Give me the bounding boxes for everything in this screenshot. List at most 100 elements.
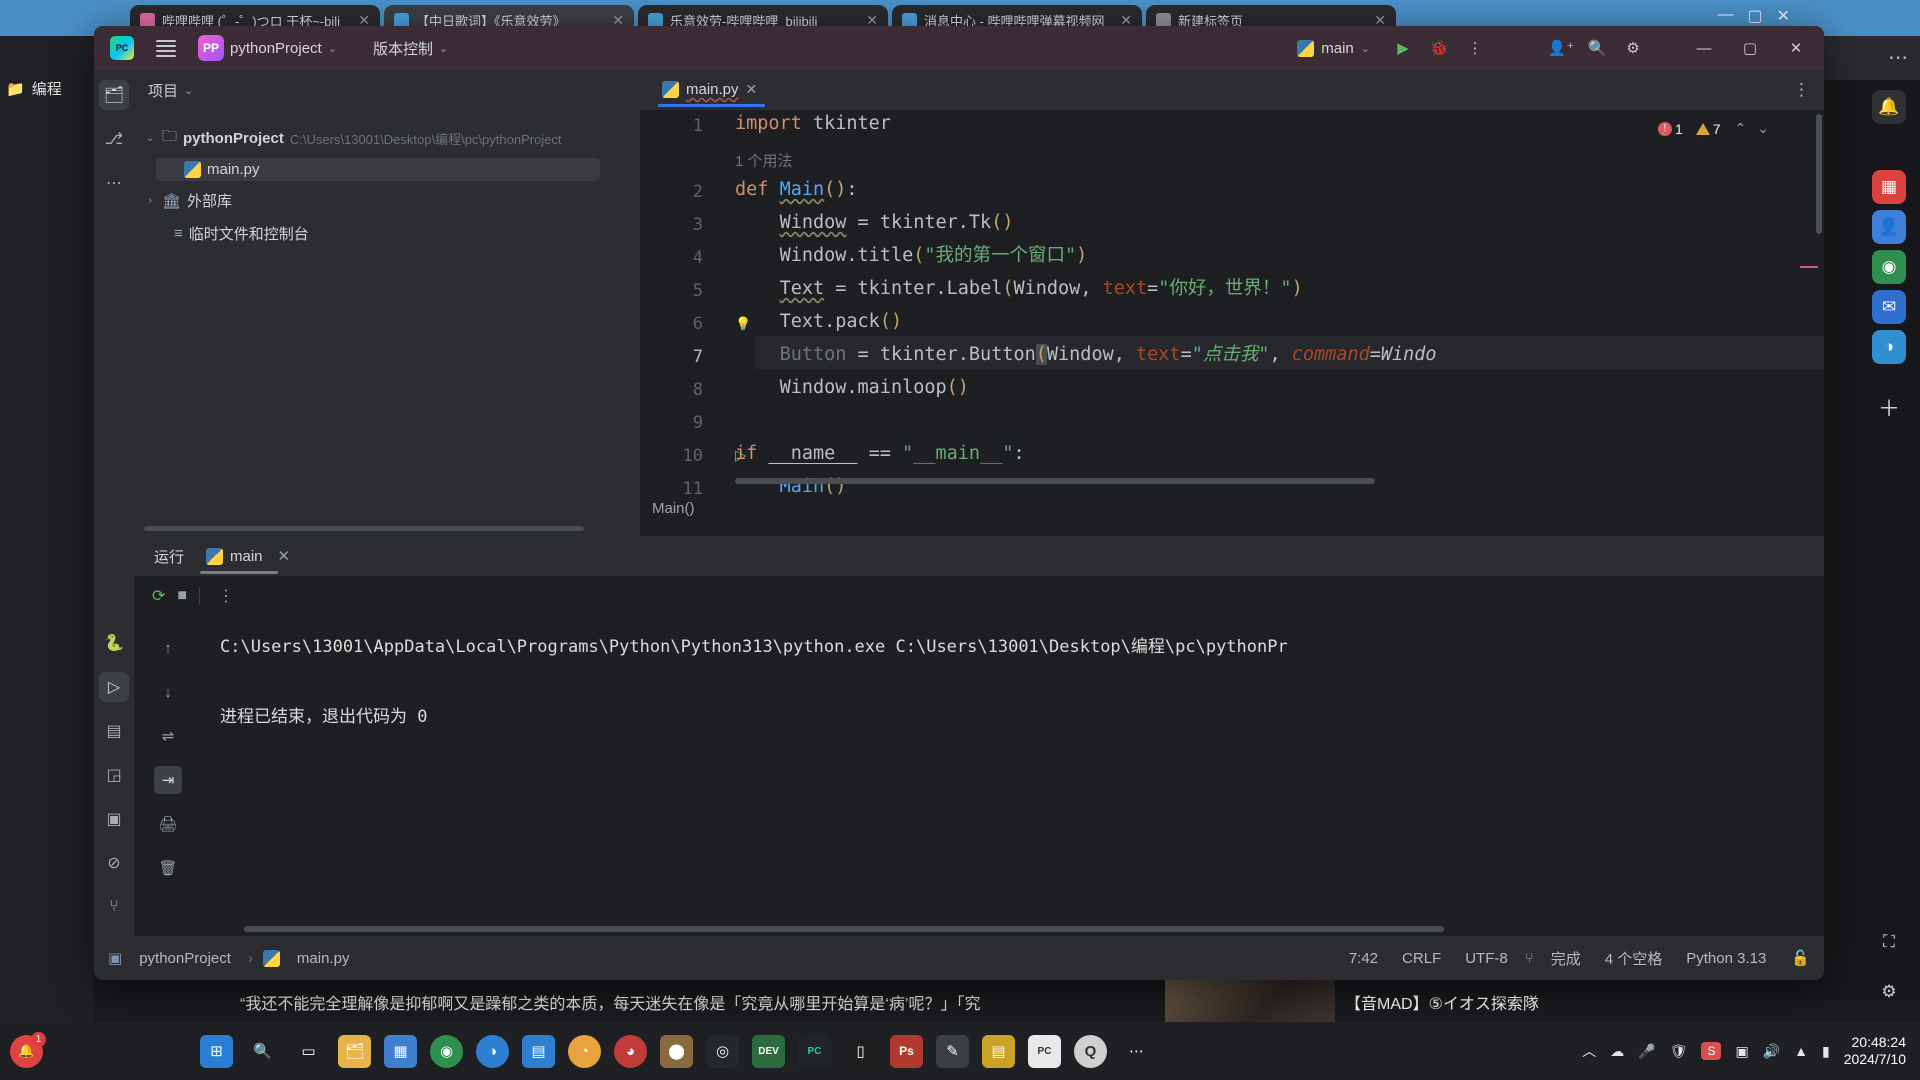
task-view-icon[interactable]: ▭ — [292, 1035, 325, 1068]
editor-horizontal-scrollbar[interactable] — [735, 478, 1375, 484]
project-tool-icon[interactable]: 🗂 — [99, 80, 129, 110]
bell-icon[interactable]: 🔔 — [1872, 90, 1906, 124]
more-run-options-button[interactable]: ⋮ — [1460, 33, 1490, 63]
ide-minimize-button[interactable]: — — [1684, 33, 1724, 63]
console-output[interactable]: C:\Users\13001\AppData\Local\Programs\Py… — [202, 616, 1824, 916]
wechat-icon[interactable]: ◕ — [614, 1034, 647, 1068]
invite-button[interactable]: 👤⁺ — [1546, 33, 1576, 63]
prev-problem-icon[interactable]: ⌃ — [1735, 120, 1747, 137]
run-button[interactable]: ▶ — [1388, 33, 1418, 63]
print-icon[interactable]: 🖨 — [154, 810, 182, 838]
file-explorer-icon[interactable]: 🗂 — [338, 1034, 371, 1068]
notepad-icon[interactable]: ▤ — [522, 1034, 555, 1068]
search-icon[interactable]: 🔍 — [246, 1035, 279, 1068]
scroll-to-end-icon[interactable]: ⇥ — [154, 766, 182, 794]
debug-button[interactable]: 🐞 — [1424, 33, 1454, 63]
settings-gear-icon[interactable]: ⚙ — [1872, 975, 1906, 1009]
pycharm2-icon[interactable]: PC — [1028, 1034, 1061, 1068]
qq-icon[interactable]: Q — [1074, 1034, 1107, 1068]
terminal-icon[interactable]: ▣ — [99, 804, 129, 834]
project-panel-header[interactable]: 项目 ⌄ — [134, 70, 640, 111]
clear-all-icon[interactable]: 🗑 — [154, 854, 182, 882]
editor-icon[interactable]: ✎ — [936, 1034, 969, 1068]
problems-icon[interactable]: ⊘ — [99, 848, 129, 878]
pycharm-app-icon[interactable]: PC — [102, 31, 142, 65]
video-thumbnail[interactable] — [1165, 975, 1335, 1023]
status-caret-position[interactable]: 7:42 — [1342, 947, 1385, 970]
edge-icon[interactable]: ◑ — [476, 1034, 509, 1068]
start-windows-icon[interactable]: ⊞ — [200, 1034, 233, 1068]
status-encoding[interactable]: UTF-8 — [1458, 947, 1515, 970]
status-git-label[interactable]: 完成 — [1544, 945, 1588, 972]
inspection-widget[interactable]: ! 1 7 ⌃ ⌄ — [1657, 120, 1769, 137]
scroll-up-icon[interactable]: ↑ — [154, 634, 182, 662]
notification-bell-icon[interactable]: 🔔 1 — [10, 1031, 46, 1068]
mail-icon[interactable]: ✉ — [1872, 290, 1906, 324]
tree-row-main-py[interactable]: main.py — [156, 158, 600, 181]
screenshot-icon[interactable]: ▣ — [1735, 1043, 1748, 1060]
taskbar-clock[interactable]: 20:48:24 2024/7/10 — [1844, 1034, 1906, 1069]
pycharm-icon[interactable]: PC — [798, 1034, 831, 1068]
cloud-icon[interactable]: ☁ — [1610, 1043, 1624, 1060]
media-icon[interactable]: ⬤ — [660, 1034, 693, 1068]
lock-icon[interactable]: 🔓 — [1783, 949, 1810, 967]
tab-close-icon[interactable]: ✕ — [746, 81, 758, 98]
devc-icon[interactable]: DEV — [752, 1034, 785, 1068]
browser-window-controls[interactable]: — ▢ ✕ — [1717, 6, 1790, 26]
run-tab-main[interactable]: main ✕ — [200, 538, 296, 574]
browser-more-icon[interactable]: ⋯ — [1888, 45, 1908, 70]
expand-icon[interactable]: ⛶ — [1872, 925, 1906, 959]
tab-close-icon[interactable]: ✕ — [278, 547, 291, 565]
tree-row-external-libraries[interactable]: › 🏛 外部库 — [134, 187, 640, 214]
python-console-icon[interactable]: 🐍 — [99, 628, 129, 658]
more-tools-icon[interactable]: ⋯ — [99, 168, 129, 198]
grid-icon[interactable]: ▦ — [1872, 170, 1906, 204]
search-everywhere-button[interactable]: 🔍 — [1582, 33, 1612, 63]
structure-icon[interactable]: ◲ — [99, 760, 129, 790]
sogou-icon[interactable]: S — [1701, 1042, 1722, 1060]
status-indent[interactable]: 4 个空格 — [1598, 945, 1670, 972]
status-crumb-file[interactable]: main.py — [290, 947, 357, 970]
stop-icon[interactable]: ■ — [177, 587, 187, 605]
browser-maximize-icon[interactable]: ▢ — [1747, 6, 1762, 26]
wifi-icon[interactable]: ▲ — [1794, 1043, 1808, 1059]
main-menu-button[interactable] — [148, 35, 184, 62]
photoshop-icon[interactable]: Ps — [890, 1034, 923, 1068]
rerun-icon[interactable]: ⟳ — [152, 586, 165, 606]
store-icon[interactable]: ▦ — [384, 1034, 417, 1068]
services-icon[interactable]: ▤ — [99, 716, 129, 746]
soft-wrap-icon[interactable]: ⇌ — [154, 722, 182, 750]
editor-options-icon[interactable]: ⋮ — [1793, 80, 1824, 100]
shield-icon[interactable]: 🛡 — [1670, 1043, 1688, 1060]
show-hidden-icons[interactable]: ︿ — [1582, 1041, 1596, 1061]
project-selector[interactable]: PP pythonProject ⌄ — [190, 30, 345, 66]
volume-icon[interactable]: 🔊 — [1763, 1043, 1780, 1060]
next-problem-icon[interactable]: ⌄ — [1757, 120, 1769, 137]
chevron-right-icon[interactable]: › — [144, 195, 156, 206]
browser-minimize-icon[interactable]: — — [1717, 6, 1733, 26]
breadcrumb[interactable]: Main() — [640, 496, 1824, 524]
battery-icon[interactable]: ▮ — [1822, 1043, 1830, 1060]
tree-row-scratches[interactable]: ≡ 临时文件和控制台 — [134, 220, 640, 247]
overflow-icon[interactable]: ⋯ — [1120, 1035, 1153, 1068]
terminal-icon[interactable]: ▯ — [844, 1034, 877, 1068]
version-control-icon[interactable]: ⑂ — [99, 892, 129, 922]
run-configuration-selector[interactable]: main ⌄ — [1297, 39, 1370, 57]
editor-vertical-scrollbar[interactable] — [1816, 114, 1822, 234]
steam-icon[interactable]: ◎ — [706, 1034, 739, 1068]
editor-tab-main-py[interactable]: main.py ✕ — [652, 73, 767, 107]
ide-maximize-button[interactable]: ▢ — [1730, 33, 1770, 63]
edge-icon[interactable]: ◑ — [1872, 330, 1906, 364]
browser-close-icon[interactable]: ✕ — [1777, 6, 1790, 26]
folder-icon[interactable]: ▤ — [982, 1034, 1015, 1068]
mic-icon[interactable]: 🎤 — [1638, 1043, 1655, 1060]
run-more-icon[interactable]: ⋮ — [199, 586, 234, 606]
commit-tool-icon[interactable]: ⎇ — [99, 124, 129, 154]
status-line-separator[interactable]: CRLF — [1395, 947, 1448, 970]
status-crumb-project[interactable]: pythonProject — [132, 947, 238, 970]
explorer-folder-row[interactable]: 📁 编程 — [0, 70, 94, 107]
run-tool-icon[interactable]: ▷ — [99, 672, 129, 702]
vcs-menu[interactable]: 版本控制 ⌄ — [365, 33, 456, 64]
tree-row-project-root[interactable]: ⌄ 🗀 pythonProject C:\Users\13001\Desktop… — [134, 123, 640, 154]
project-horizontal-scrollbar[interactable] — [144, 526, 584, 531]
